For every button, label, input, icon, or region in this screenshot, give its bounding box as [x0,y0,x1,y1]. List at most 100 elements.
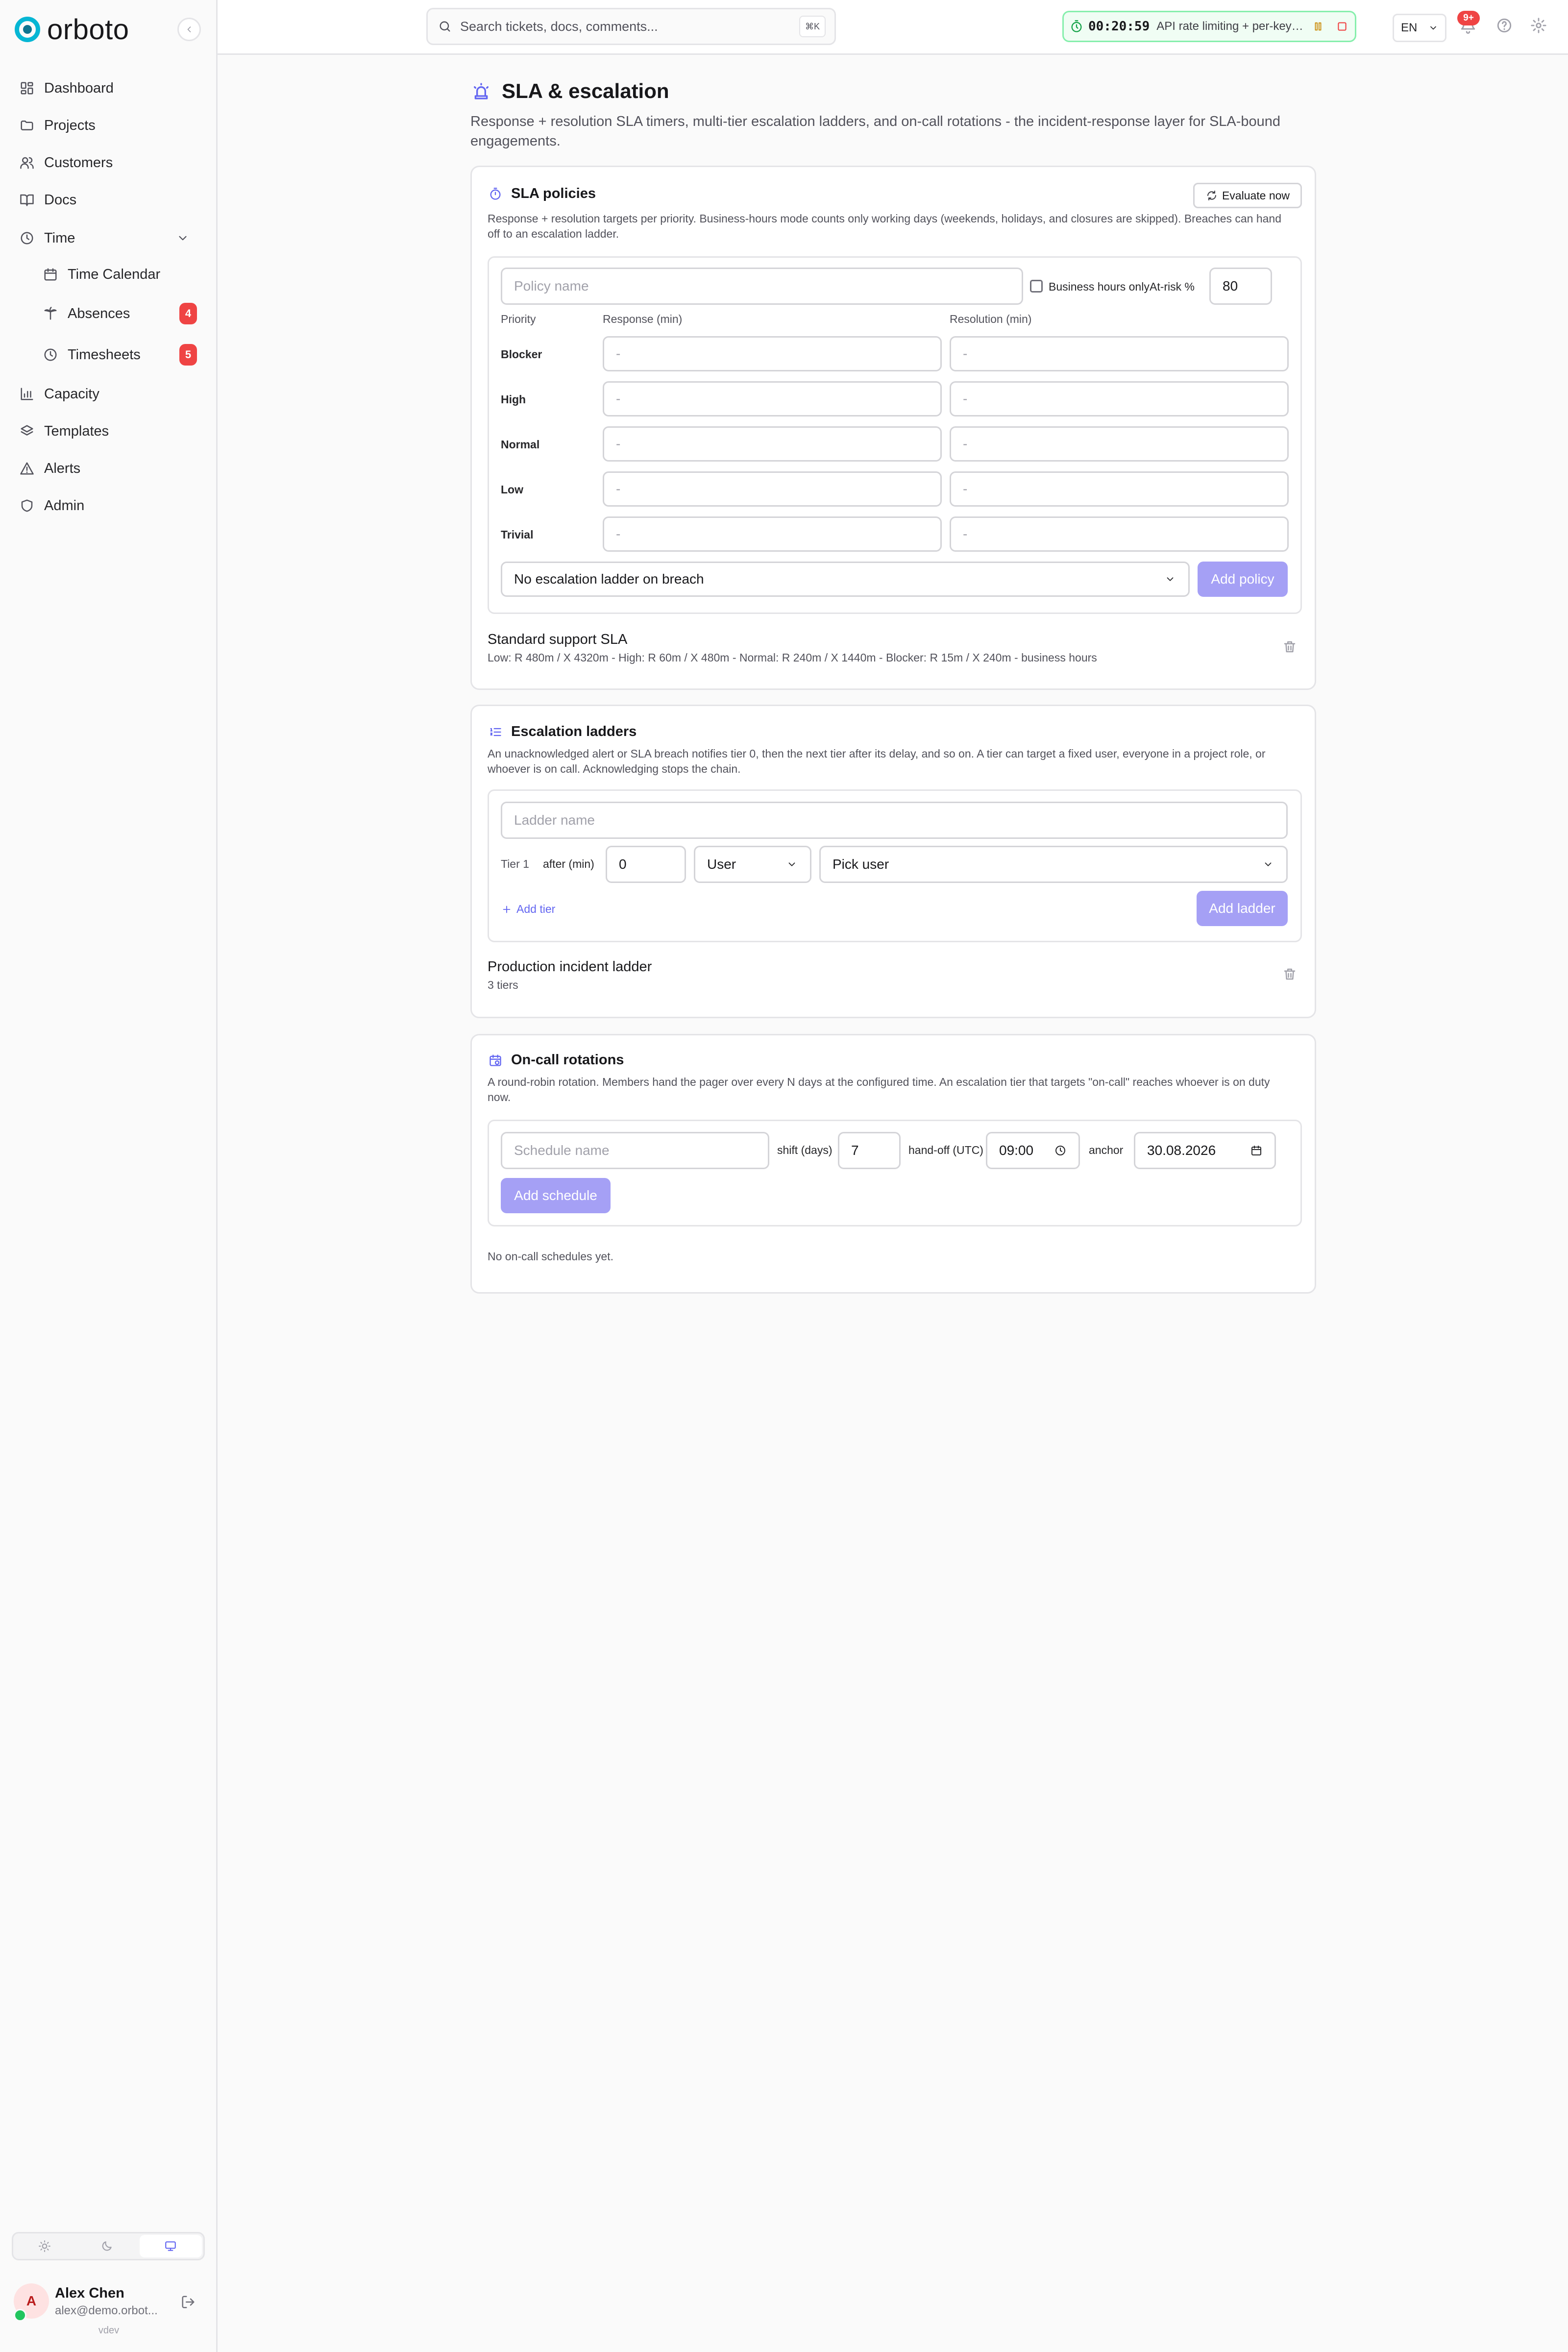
on-call-rotations-title: On-call rotations [488,1052,624,1068]
user-name: Alex Chen [55,2285,124,2301]
anchor-date-input[interactable]: 30.08.2026 [1134,1132,1276,1169]
schedule-name-input[interactable]: Schedule name [501,1132,769,1169]
sidebar-item-label: Time Calendar [68,266,161,282]
page-description: Response + resolution SLA timers, multi-… [470,114,1281,149]
shift-days-input[interactable]: 7 [838,1132,901,1169]
sidebar-item-label: Absences [68,305,130,321]
sidebar-item-absences[interactable]: Absences [42,299,130,328]
evaluate-now-button[interactable]: Evaluate now [1193,183,1302,208]
trivial-resolution-input[interactable]: - [950,516,1289,552]
theme-system-button[interactable] [139,2235,202,2257]
sla-policy-form: Policy name Business hours only At-risk … [488,256,1302,614]
orboto-logo-icon [15,17,40,42]
collapse-sidebar-button[interactable] [177,18,201,41]
at-risk-input[interactable]: 80 [1209,268,1272,305]
app-version: vdev [98,2325,120,2336]
blocker-resolution-input[interactable]: - [950,336,1289,371]
brand-logo[interactable]: orboto [15,13,129,46]
normal-resolution-input[interactable]: - [950,426,1289,462]
layers-icon [19,423,35,440]
sidebar-item-label: Dashboard [44,80,114,96]
sidebar-item-templates[interactable]: Templates [19,416,109,446]
on-call-rotations-description: A round-robin rotation. Members hand the… [488,1076,1270,1103]
page-title-text: SLA & escalation [502,79,669,102]
priority-high-label: High [501,393,526,406]
user-email: alex@demo.orbot... [55,2304,158,2317]
trash-icon[interactable] [1281,638,1298,655]
response-column-header: Response (min) [603,313,683,325]
add-tier-button[interactable]: Add tier [501,903,555,916]
sidebar-item-label: Docs [44,192,77,208]
sidebar-item-dashboard[interactable]: Dashboard [19,74,114,103]
at-risk-label: At-risk % [1150,280,1195,293]
stop-icon[interactable] [1336,19,1349,34]
dashboard-icon [19,80,35,97]
tier-label: Tier 1 [501,858,529,870]
high-resolution-input[interactable]: - [950,381,1289,416]
shield-icon [19,497,35,514]
tier-target-type-value: User [707,857,736,872]
business-hours-checkbox[interactable] [1030,280,1043,293]
tier-target-type-select[interactable]: User [694,846,811,883]
anchor-label: anchor [1089,1144,1124,1156]
on-call-rotations-title-text: On-call rotations [511,1052,624,1068]
gear-icon[interactable] [1528,15,1549,36]
sidebar-item-capacity[interactable]: Capacity [19,379,99,409]
chevron-down-icon [1262,858,1274,871]
low-response-input[interactable]: - [603,471,942,507]
page-title: SLA & escalation [470,79,1316,103]
sidebar-item-time-calendar[interactable]: Time Calendar [42,260,160,289]
sidebar-item-projects[interactable]: Projects [19,111,96,140]
running-timer[interactable]: 00:20:59 API rate limiting + per-key ... [1062,11,1356,42]
escalation-ladder-select[interactable]: No escalation ladder on breach [501,562,1190,597]
book-icon [19,192,35,208]
clock-icon [1054,1144,1067,1157]
normal-response-input[interactable]: - [603,426,942,462]
sidebar-item-time[interactable]: Time [19,223,200,253]
sidebar-item-label: Capacity [44,386,99,402]
blocker-response-input[interactable]: - [603,336,942,371]
sun-icon [38,2240,51,2253]
handoff-time-input[interactable]: 09:00 [986,1132,1080,1169]
clock-icon [42,346,59,363]
chevron-down-icon [174,230,191,246]
ladder-name-input[interactable]: Ladder name [501,802,1288,839]
brand-name: orboto [47,13,129,46]
sidebar-item-admin[interactable]: Admin [19,491,84,520]
handoff-label: hand-off (UTC) [908,1144,983,1156]
trash-icon[interactable] [1281,966,1298,982]
add-ladder-button[interactable]: Add ladder [1197,891,1288,926]
siren-icon [470,80,492,102]
sidebar-item-alerts[interactable]: Alerts [19,454,80,483]
sidebar-item-docs[interactable]: Docs [19,185,76,215]
language-select[interactable]: EN [1393,14,1446,42]
add-policy-button[interactable]: Add policy [1198,562,1288,597]
policy-name-input[interactable]: Policy name [501,268,1023,305]
sidebar-item-label: Admin [44,497,85,514]
tier-delay-input[interactable]: 0 [606,846,686,883]
add-schedule-button[interactable]: Add schedule [501,1178,611,1213]
sidebar-item-timesheets[interactable]: Timesheets [42,340,141,369]
evaluate-now-label: Evaluate now [1222,189,1290,202]
tier-target-select[interactable]: Pick user [819,846,1288,883]
sidebar-item-customers[interactable]: Customers [19,148,113,177]
logout-icon[interactable] [178,2292,198,2312]
low-resolution-input[interactable]: - [950,471,1289,507]
priority-low-label: Low [501,483,523,496]
theme-light-button[interactable] [13,2233,75,2259]
trivial-response-input[interactable]: - [603,516,942,552]
high-response-input[interactable]: - [603,381,942,416]
plus-icon [501,904,513,915]
calendar-clock-icon [488,1053,503,1068]
search-input[interactable]: Search tickets, docs, comments... ⌘K [426,8,836,45]
sidebar: orboto Dashboard Projects Customers Docs… [0,0,218,2352]
stopwatch-icon [1070,19,1083,34]
resolution-column-header: Resolution (min) [950,313,1032,325]
escalation-ladders-title-text: Escalation ladders [511,724,637,739]
help-icon[interactable] [1494,15,1515,36]
pause-icon[interactable] [1311,19,1324,34]
sidebar-item-label: Templates [44,423,109,439]
clock-icon [19,230,35,246]
sidebar-item-label: Alerts [44,460,81,476]
theme-dark-button[interactable] [75,2233,138,2259]
